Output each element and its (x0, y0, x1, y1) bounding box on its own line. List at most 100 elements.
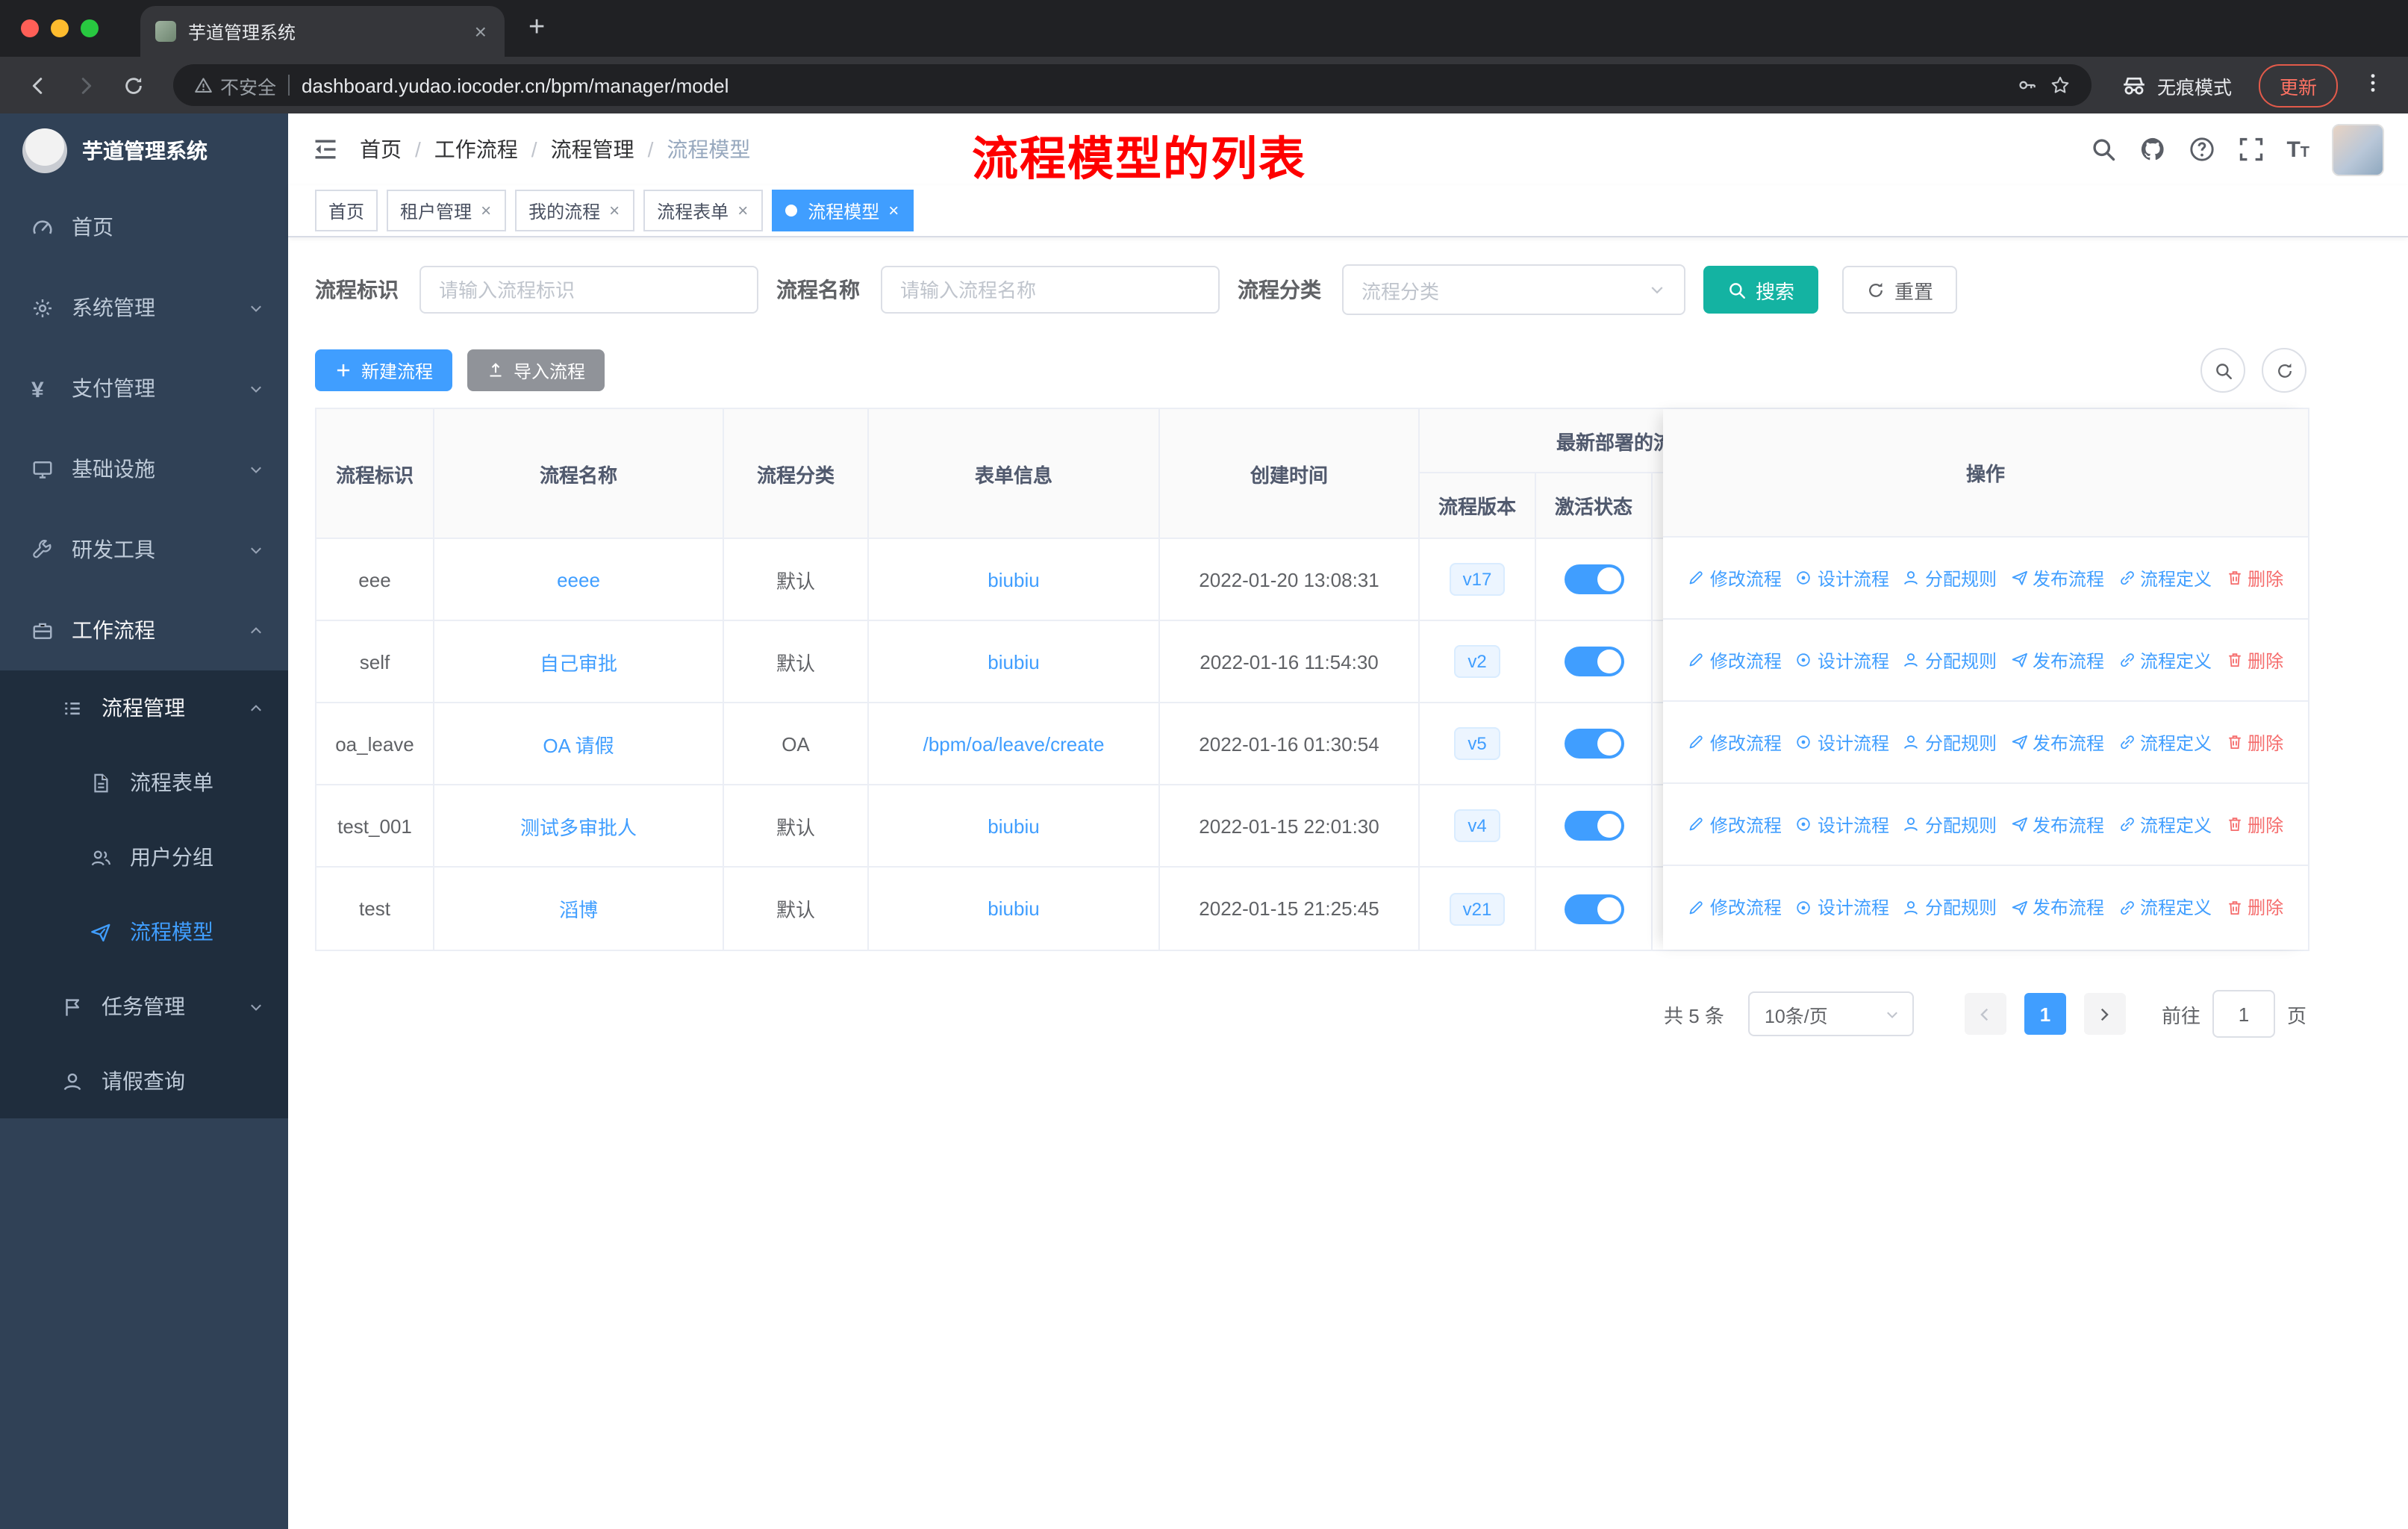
op-delete[interactable]: 删除 (2225, 866, 2283, 948)
fullscreen-icon[interactable] (2237, 136, 2264, 163)
process-key-input[interactable] (419, 266, 758, 314)
tag-tenant[interactable]: 租户管理 × (387, 190, 507, 231)
form-link[interactable]: biubiu (988, 650, 1039, 673)
process-name-input[interactable] (881, 266, 1220, 314)
sidebar-item-task-mgmt[interactable]: 任务管理 (0, 969, 288, 1044)
sidebar-item-devtools[interactable]: 研发工具 (0, 509, 288, 590)
close-icon[interactable]: × (479, 200, 493, 221)
op-design[interactable]: 设计流程 (1795, 784, 1889, 865)
breadcrumb-workflow[interactable]: 工作流程 (434, 134, 518, 164)
op-design[interactable]: 设计流程 (1795, 702, 1889, 782)
op-design[interactable]: 设计流程 (1795, 538, 1889, 618)
security-warning[interactable]: 不安全 (194, 71, 276, 99)
sidebar-item-process-model[interactable]: 流程模型 (0, 894, 288, 969)
forward-icon[interactable] (66, 66, 105, 105)
active-toggle[interactable] (1564, 811, 1623, 841)
user-avatar[interactable] (2332, 123, 2384, 175)
refresh-table-button[interactable] (2262, 348, 2306, 393)
process-category-select[interactable]: 流程分类 (1342, 264, 1685, 315)
active-toggle[interactable] (1564, 564, 1623, 594)
op-publish[interactable]: 发布流程 (2010, 702, 2104, 782)
create-process-button[interactable]: 新建流程 (315, 349, 453, 391)
op-design[interactable]: 设计流程 (1795, 620, 1889, 700)
form-link[interactable]: biubiu (988, 568, 1039, 591)
search-icon[interactable] (2089, 136, 2116, 163)
breadcrumb-process-mgmt[interactable]: 流程管理 (551, 134, 634, 164)
browser-menu-icon[interactable] (2356, 72, 2390, 98)
reset-button[interactable]: 重置 (1842, 266, 1958, 314)
op-delete[interactable]: 删除 (2225, 620, 2283, 700)
browser-tab[interactable]: 芋道管理系统 × (140, 6, 505, 57)
sidebar-item-process-form[interactable]: 流程表单 (0, 745, 288, 820)
tab-close-icon[interactable]: × (472, 18, 490, 45)
form-link[interactable]: biubiu (988, 815, 1039, 837)
op-publish[interactable]: 发布流程 (2010, 866, 2104, 948)
search-button[interactable]: 搜索 (1703, 266, 1819, 314)
sidebar-item-payment[interactable]: ¥ 支付管理 (0, 348, 288, 429)
font-size-icon[interactable]: TT (2286, 137, 2309, 162)
goto-page-input[interactable] (2212, 990, 2275, 1038)
address-bar[interactable]: 不安全 dashboard.yudao.iocoder.cn/bpm/manag… (173, 64, 2092, 106)
sidebar-item-user-group[interactable]: 用户分组 (0, 820, 288, 894)
page-size-select[interactable]: 10条/页 (1747, 991, 1914, 1036)
close-icon[interactable]: × (736, 200, 749, 221)
toggle-search-button[interactable] (2200, 348, 2245, 393)
tag-my-process[interactable]: 我的流程 × (515, 190, 635, 231)
op-publish[interactable]: 发布流程 (2010, 784, 2104, 865)
close-window-button[interactable] (21, 19, 39, 37)
breadcrumb-home[interactable]: 首页 (360, 134, 402, 164)
sidebar-item-workflow[interactable]: 工作流程 (0, 590, 288, 670)
op-design[interactable]: 设计流程 (1795, 866, 1889, 948)
op-publish[interactable]: 发布流程 (2010, 620, 2104, 700)
op-assign-rule[interactable]: 分配规则 (1903, 784, 1997, 865)
op-assign-rule[interactable]: 分配规则 (1903, 538, 1997, 618)
tag-home[interactable]: 首页 (315, 190, 378, 231)
active-toggle[interactable] (1564, 894, 1623, 924)
op-edit[interactable]: 修改流程 (1688, 538, 1782, 618)
sidebar-item-leave-query[interactable]: 请假查询 (0, 1044, 288, 1118)
page-1-button[interactable]: 1 (2024, 993, 2066, 1035)
close-icon[interactable]: × (608, 200, 621, 221)
op-assign-rule[interactable]: 分配规则 (1903, 702, 1997, 782)
key-icon[interactable] (2017, 73, 2038, 97)
minimize-window-button[interactable] (51, 19, 69, 37)
op-delete[interactable]: 删除 (2225, 784, 2283, 865)
op-definition[interactable]: 流程定义 (2118, 866, 2212, 948)
op-definition[interactable]: 流程定义 (2118, 784, 2212, 865)
process-name-link[interactable]: OA 请假 (543, 729, 614, 758)
op-delete[interactable]: 删除 (2225, 538, 2283, 618)
back-icon[interactable] (18, 66, 57, 105)
op-edit[interactable]: 修改流程 (1688, 702, 1782, 782)
process-name-link[interactable]: 测试多审批人 (520, 812, 637, 840)
import-process-button[interactable]: 导入流程 (467, 349, 605, 391)
op-assign-rule[interactable]: 分配规则 (1903, 866, 1997, 948)
bookmark-star-icon[interactable] (2050, 73, 2071, 97)
next-page-button[interactable] (2083, 993, 2126, 1035)
form-link[interactable]: /bpm/oa/leave/create (923, 732, 1105, 755)
op-definition[interactable]: 流程定义 (2118, 702, 2212, 782)
close-icon[interactable]: × (887, 200, 900, 221)
process-name-link[interactable]: 滔博 (559, 894, 598, 923)
tag-process-form[interactable]: 流程表单 × (643, 190, 764, 231)
op-definition[interactable]: 流程定义 (2118, 538, 2212, 618)
zoom-window-button[interactable] (81, 19, 99, 37)
op-delete[interactable]: 删除 (2225, 702, 2283, 782)
op-edit[interactable]: 修改流程 (1688, 620, 1782, 700)
reload-icon[interactable] (113, 66, 152, 105)
sidebar-item-infra[interactable]: 基础设施 (0, 429, 288, 509)
op-edit[interactable]: 修改流程 (1688, 784, 1782, 865)
github-icon[interactable] (2139, 136, 2165, 163)
op-assign-rule[interactable]: 分配规则 (1903, 620, 1997, 700)
hamburger-icon[interactable] (312, 136, 339, 163)
question-icon[interactable] (2188, 136, 2215, 163)
browser-update-button[interactable]: 更新 (2258, 63, 2338, 107)
process-name-link[interactable]: 自己审批 (540, 647, 617, 676)
op-definition[interactable]: 流程定义 (2118, 620, 2212, 700)
active-toggle[interactable] (1564, 729, 1623, 759)
tag-process-model[interactable]: 流程模型 × (772, 190, 914, 231)
sidebar-item-process-mgmt[interactable]: 流程管理 (0, 670, 288, 745)
process-name-link[interactable]: eeee (557, 568, 600, 591)
sidebar-item-system[interactable]: 系统管理 (0, 267, 288, 348)
op-publish[interactable]: 发布流程 (2010, 538, 2104, 618)
form-link[interactable]: biubiu (988, 897, 1039, 920)
